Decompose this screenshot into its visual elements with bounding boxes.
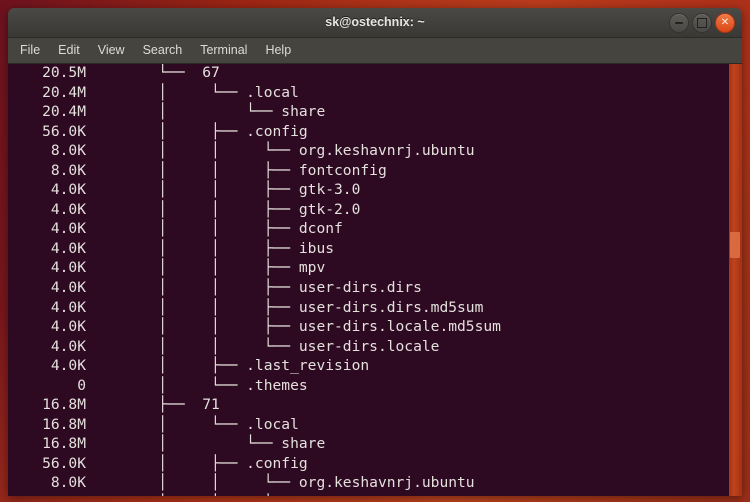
- minimize-button[interactable]: [669, 13, 689, 33]
- entry-size: 20.5M: [14, 64, 86, 81]
- close-icon: ✕: [721, 18, 729, 28]
- terminal-line: 16.8M │ └── .local: [8, 416, 734, 436]
- entry-tree-path: │ │ ├── ibus: [88, 240, 334, 257]
- menu-item-file[interactable]: File: [20, 41, 49, 60]
- entry-tree-path: │ └── share: [88, 103, 325, 120]
- terminal-line: 0 │ └── .themes: [8, 377, 734, 397]
- entry-tree-path: │ │ ├── gtk-2.0: [88, 201, 360, 218]
- entry-size: 8.0K: [14, 474, 86, 491]
- entry-size: 20.4M: [14, 84, 86, 101]
- terminal-line: 4.0K │ │ ├── user-dirs.dirs: [8, 279, 734, 299]
- window-titlebar[interactable]: sk@ostechnix: ~ ✕: [8, 8, 742, 38]
- terminal-line: 4.0K │ ├── .last_revision: [8, 357, 734, 377]
- terminal-rows: 20.5M └── 6720.4M │ └── .local20.4M │ └─…: [8, 64, 734, 496]
- terminal-line: 4.0K │ │ ├── user-dirs.locale.md5sum: [8, 318, 734, 338]
- entry-size: 4.0K: [14, 299, 86, 316]
- entry-tree-path: │ │ └── org.keshavnrj.ubuntu: [88, 142, 475, 159]
- terminal-line: 16.8M │ └── share: [8, 435, 734, 455]
- entry-size: 4.0K: [14, 201, 86, 218]
- entry-tree-path: │ │ └── org.keshavnrj.ubuntu: [88, 474, 475, 491]
- entry-size: 20.4M: [14, 103, 86, 120]
- entry-size: 4.0K: [14, 240, 86, 257]
- entry-tree-path: │ │ ├── user-dirs.dirs.md5sum: [88, 299, 483, 316]
- entry-tree-path: │ │ ├── user-dirs.locale.md5sum: [88, 318, 501, 335]
- terminal-line: 20.4M │ └── share: [8, 103, 734, 123]
- entry-tree-path: │ └── .themes: [88, 377, 308, 394]
- close-button[interactable]: ✕: [715, 13, 735, 33]
- menu-item-help[interactable]: Help: [265, 41, 300, 60]
- entry-tree-path: │ │ ├── mpv: [88, 259, 325, 276]
- terminal-line: 4.0K │ │ ├── user-dirs.dirs.md5sum: [8, 299, 734, 319]
- entry-size: 8.0K: [14, 494, 86, 496]
- menu-item-terminal[interactable]: Terminal: [200, 41, 256, 60]
- terminal-line: 4.0K │ │ └── user-dirs.locale: [8, 338, 734, 358]
- terminal-line: 8.0K │ │ ├── fontconfig: [8, 494, 734, 496]
- entry-tree-path: │ ├── .config: [88, 123, 308, 140]
- scrollbar-thumb[interactable]: [730, 232, 740, 258]
- entry-tree-path: │ │ ├── gtk-3.0: [88, 181, 360, 198]
- terminal-line: 4.0K │ │ ├── dconf: [8, 220, 734, 240]
- entry-size: 4.0K: [14, 220, 86, 237]
- menu-item-search[interactable]: Search: [143, 41, 192, 60]
- menu-bar: File Edit View Search Terminal Help: [8, 38, 742, 64]
- entry-size: 4.0K: [14, 259, 86, 276]
- menu-item-edit[interactable]: Edit: [58, 41, 89, 60]
- terminal-line: 8.0K │ │ ├── fontconfig: [8, 162, 734, 182]
- entry-size: 4.0K: [14, 181, 86, 198]
- maximize-icon: [697, 18, 707, 28]
- entry-size: 8.0K: [14, 162, 86, 179]
- terminal-line: 4.0K │ │ ├── mpv: [8, 259, 734, 279]
- window-controls: ✕: [669, 13, 735, 33]
- entry-size: 16.8M: [14, 396, 86, 413]
- entry-tree-path: └── 67: [88, 64, 220, 81]
- entry-tree-path: ├── 71: [88, 396, 220, 413]
- terminal-line: 4.0K │ │ ├── ibus: [8, 240, 734, 260]
- entry-size: 56.0K: [14, 123, 86, 140]
- menu-item-view[interactable]: View: [98, 41, 134, 60]
- terminal-line: 56.0K │ ├── .config: [8, 123, 734, 143]
- terminal-line: 4.0K │ │ ├── gtk-3.0: [8, 181, 734, 201]
- terminal-content[interactable]: 20.5M └── 6720.4M │ └── .local20.4M │ └─…: [8, 64, 742, 496]
- entry-size: 16.8M: [14, 435, 86, 452]
- entry-tree-path: │ └── .local: [88, 416, 299, 433]
- entry-tree-path: │ │ ├── dconf: [88, 220, 343, 237]
- entry-size: 4.0K: [14, 338, 86, 355]
- entry-tree-path: │ │ ├── fontconfig: [88, 162, 387, 179]
- minimize-icon: [675, 22, 683, 24]
- terminal-line: 56.0K │ ├── .config: [8, 455, 734, 475]
- terminal-line: 16.8M ├── 71: [8, 396, 734, 416]
- entry-tree-path: │ ├── .config: [88, 455, 308, 472]
- terminal-scrollbar[interactable]: [729, 64, 742, 496]
- entry-tree-path: │ ├── .last_revision: [88, 357, 369, 374]
- terminal-line: 20.4M │ └── .local: [8, 84, 734, 104]
- entry-size: 0: [14, 377, 86, 394]
- entry-size: 4.0K: [14, 357, 86, 374]
- terminal-line: 20.5M └── 67: [8, 64, 734, 84]
- entry-size: 8.0K: [14, 142, 86, 159]
- terminal-line: 8.0K │ │ └── org.keshavnrj.ubuntu: [8, 142, 734, 162]
- terminal-window: sk@ostechnix: ~ ✕ File Edit View Search …: [8, 8, 742, 496]
- entry-tree-path: │ │ └── user-dirs.locale: [88, 338, 439, 355]
- entry-tree-path: │ └── .local: [88, 84, 299, 101]
- entry-size: 16.8M: [14, 416, 86, 433]
- maximize-button[interactable]: [692, 13, 712, 33]
- entry-tree-path: │ └── share: [88, 435, 325, 452]
- entry-size: 56.0K: [14, 455, 86, 472]
- window-title: sk@ostechnix: ~: [8, 8, 742, 37]
- terminal-line: 4.0K │ │ ├── gtk-2.0: [8, 201, 734, 221]
- terminal-line: 8.0K │ │ └── org.keshavnrj.ubuntu: [8, 474, 734, 494]
- entry-size: 4.0K: [14, 279, 86, 296]
- entry-tree-path: │ │ ├── fontconfig: [88, 494, 387, 496]
- entry-size: 4.0K: [14, 318, 86, 335]
- entry-tree-path: │ │ ├── user-dirs.dirs: [88, 279, 422, 296]
